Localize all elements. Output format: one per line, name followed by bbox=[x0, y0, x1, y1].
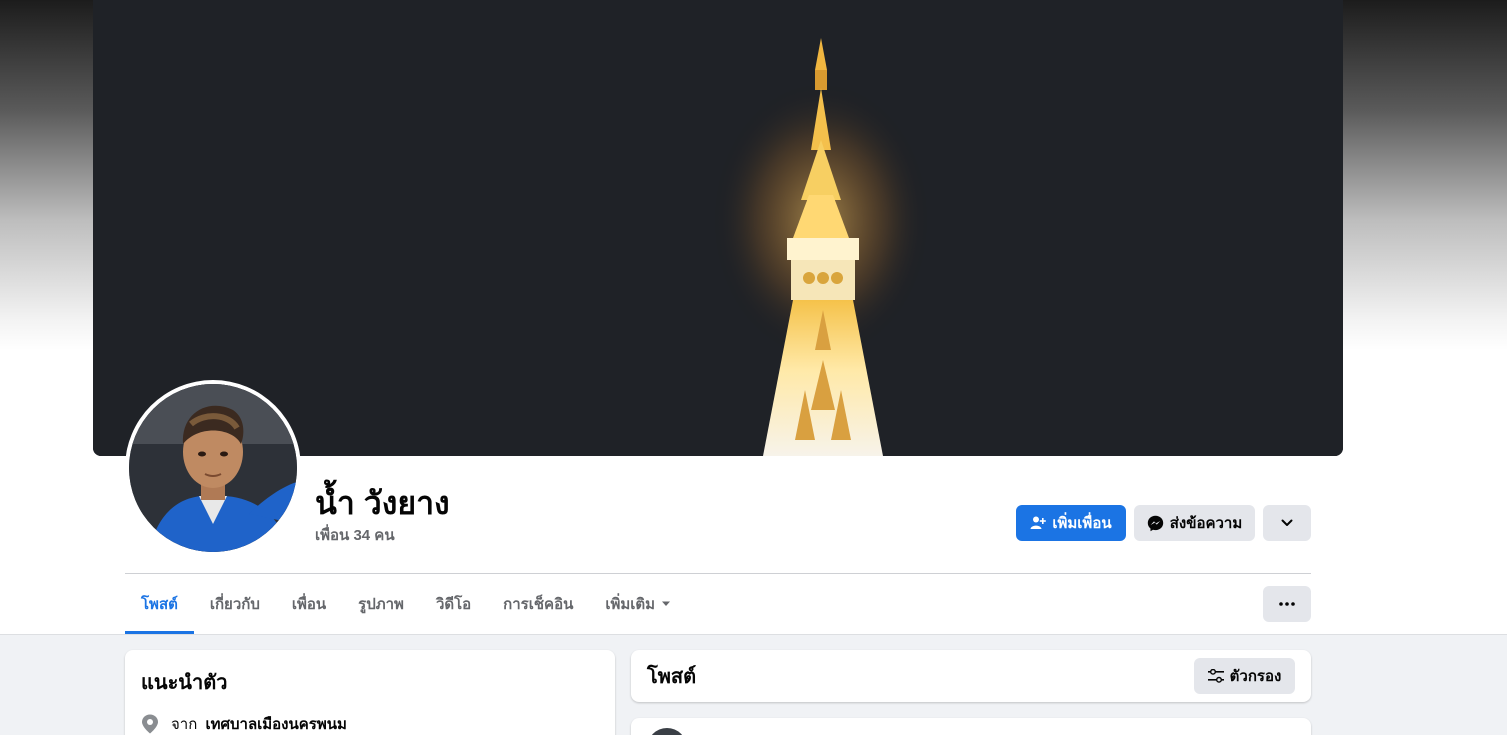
filter-label: ตัวกรอง bbox=[1229, 668, 1282, 685]
message-label: ส่งข้อความ bbox=[1169, 515, 1243, 532]
ellipsis-icon bbox=[1279, 602, 1295, 606]
add-friend-button[interactable]: เพิ่มเพื่อน bbox=[1016, 505, 1126, 541]
more-options-button[interactable] bbox=[1263, 505, 1311, 541]
filter-icon bbox=[1207, 669, 1224, 683]
profile-avatar[interactable] bbox=[125, 380, 301, 556]
hometown-prefix: จาก bbox=[171, 716, 198, 733]
friends-count[interactable]: เพื่อน 34 คน bbox=[315, 523, 395, 547]
tab-label: เกี่ยวกับ bbox=[209, 596, 260, 613]
tab-about[interactable]: เกี่ยวกับ bbox=[194, 574, 276, 634]
add-friend-label: เพิ่มเพื่อน bbox=[1052, 515, 1112, 532]
caret-down-icon bbox=[661, 601, 671, 607]
messenger-icon bbox=[1147, 515, 1164, 532]
tab-label: เพื่อน bbox=[291, 596, 327, 613]
intro-title: แนะนำตัว bbox=[141, 672, 228, 694]
tab-label: โพสต์ bbox=[141, 596, 178, 613]
post-author-avatar[interactable] bbox=[647, 728, 687, 735]
tab-label: รูปภาพ bbox=[358, 596, 404, 613]
intro-card: แนะนำตัว จาก เทศบาลเมืองนครพนม bbox=[125, 650, 615, 735]
tab-more[interactable]: เพิ่มเติม bbox=[589, 574, 687, 634]
message-button[interactable]: ส่งข้อความ bbox=[1134, 505, 1255, 541]
profile-name: น้ำ วังยาง bbox=[315, 485, 450, 521]
tab-checkins[interactable]: การเช็คอิน bbox=[487, 574, 589, 634]
intro-hometown: จาก เทศบาลเมืองนครพนม bbox=[141, 712, 599, 735]
tab-overflow-button[interactable] bbox=[1263, 586, 1311, 622]
profile-photo bbox=[129, 384, 297, 552]
post-card bbox=[631, 718, 1311, 735]
filter-button[interactable]: ตัวกรอง bbox=[1194, 658, 1295, 694]
tab-label: วิดีโอ bbox=[435, 596, 472, 613]
posts-title: โพสต์ bbox=[647, 666, 697, 688]
tab-label: เพิ่มเติม bbox=[605, 596, 656, 613]
chevron-down-icon bbox=[1281, 519, 1293, 527]
cover-photo[interactable] bbox=[93, 0, 1343, 456]
tab-label: การเช็คอิน bbox=[503, 596, 574, 613]
add-friend-icon bbox=[1030, 515, 1047, 531]
tab-videos[interactable]: วิดีโอ bbox=[420, 574, 487, 634]
posts-header-card: โพสต์ ตัวกรอง bbox=[631, 650, 1311, 702]
tab-posts[interactable]: โพสต์ bbox=[125, 574, 194, 634]
hometown-link[interactable]: เทศบาลเมืองนครพนม bbox=[205, 716, 346, 733]
tab-friends[interactable]: เพื่อน bbox=[276, 574, 342, 634]
tab-photos[interactable]: รูปภาพ bbox=[342, 574, 420, 634]
location-pin-icon bbox=[141, 714, 159, 734]
profile-tabs: โพสต์ เกี่ยวกับ เพื่อน รูปภาพ วิดีโอ การ… bbox=[125, 574, 687, 634]
